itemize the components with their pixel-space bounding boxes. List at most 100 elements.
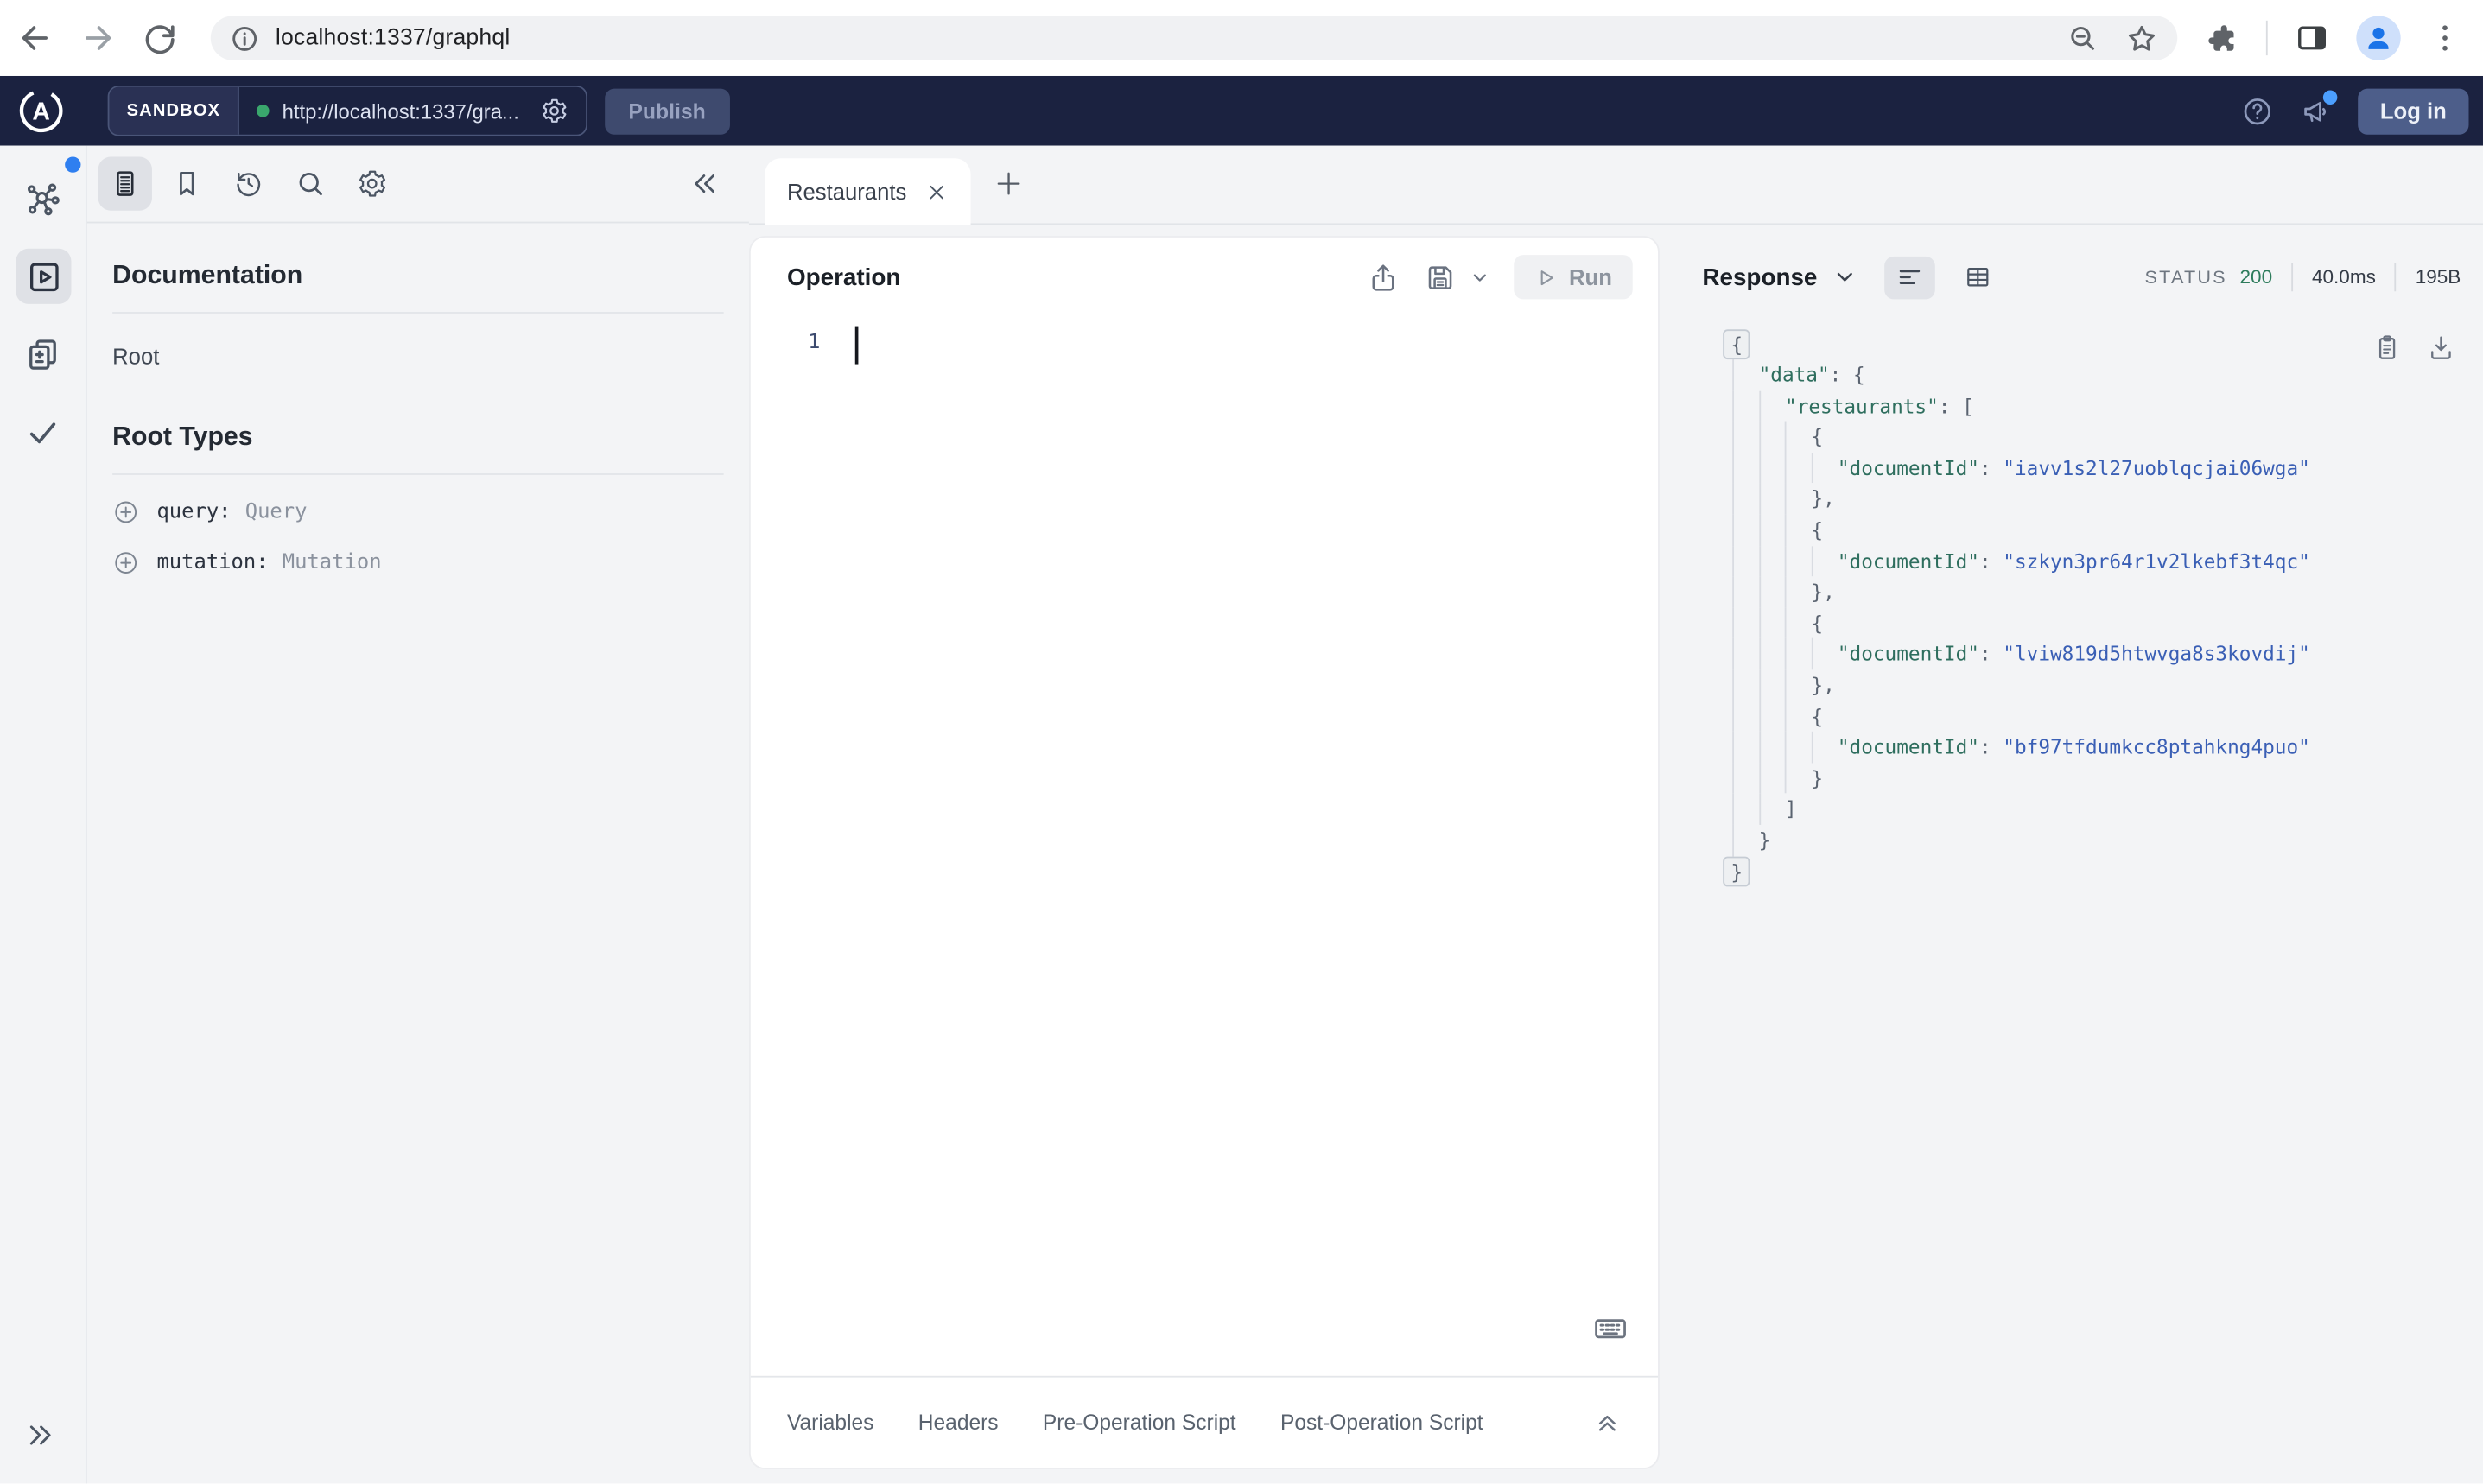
json-line: ]: [1718, 793, 2388, 825]
footer-tab-headers[interactable]: Headers: [918, 1411, 999, 1434]
footer-tab-post-operation-script[interactable]: Post-Operation Script: [1280, 1411, 1483, 1434]
announcements-button[interactable]: [2299, 89, 2338, 127]
meta-divider: [2291, 263, 2293, 292]
address-bar[interactable]: localhost:1337/graphql: [210, 16, 2178, 60]
status-label: STATUS: [2144, 265, 2227, 289]
forward-icon[interactable]: [79, 19, 117, 57]
json-line: {: [1718, 607, 2388, 639]
circle-plus-icon[interactable]: [112, 549, 139, 576]
field-type[interactable]: Query: [245, 500, 308, 523]
profile-avatar[interactable]: [2356, 16, 2401, 60]
search-icon: [295, 168, 327, 200]
fold-handle[interactable]: }: [1723, 855, 1751, 886]
footer-tab-variables[interactable]: Variables: [787, 1411, 874, 1434]
help-icon[interactable]: [2241, 94, 2274, 127]
expand-chevrons-right-icon[interactable]: [23, 1418, 56, 1451]
field-type[interactable]: Mutation: [283, 551, 382, 574]
response-size: 195B: [2415, 265, 2461, 289]
back-icon[interactable]: [16, 19, 54, 57]
query-editor[interactable]: [829, 317, 1642, 1278]
menu-dots-icon[interactable]: [2428, 21, 2462, 55]
status-code: 200: [2239, 265, 2273, 289]
response-duration: 40.0ms: [2311, 265, 2376, 289]
download-icon[interactable]: [2426, 333, 2456, 363]
publish-button[interactable]: Publish: [604, 87, 730, 134]
diff-docs-icon[interactable]: [23, 336, 61, 374]
field-name[interactable]: mutation:: [156, 551, 268, 574]
tab-label[interactable]: Restaurants: [787, 179, 906, 204]
operation-panel: Operation Run 1 Variables Headers Pre-Op…: [750, 237, 1659, 1468]
json-line: "documentId": "iavv1s2l27uoblqcjai06wga": [1718, 452, 2388, 484]
format-lines-toggle[interactable]: [1883, 256, 1935, 299]
side-panel-icon[interactable]: [2295, 21, 2329, 55]
share-icon[interactable]: [1366, 261, 1399, 294]
doc-tool-settings[interactable]: [346, 156, 399, 210]
doc-content: Documentation Root Root Types query: Que…: [87, 261, 749, 576]
zoom-out-icon[interactable]: [2067, 22, 2099, 54]
svg-text:A: A: [32, 98, 49, 126]
json-line: "documentId": "lviw819d5htwvga8s3kovdij": [1718, 638, 2388, 670]
footer-tab-pre-operation-script[interactable]: Pre-Operation Script: [1043, 1411, 1236, 1434]
fold-handle[interactable]: {: [1723, 329, 1751, 360]
run-label: Run: [1569, 264, 1612, 290]
notification-dot: [2322, 89, 2338, 105]
keyboard-icon[interactable]: [1591, 1310, 1629, 1348]
run-button[interactable]: Run: [1513, 255, 1633, 300]
doc-tool-history[interactable]: [222, 156, 276, 210]
app-root: localhost:1337/graphql A SANDBOX http://…: [0, 0, 2483, 1484]
response-json[interactable]: {"data": {"restaurants": [{"documentId":…: [1718, 329, 2388, 886]
table-view-toggle[interactable]: [1952, 256, 2003, 298]
history-icon: [232, 168, 264, 200]
response-panel: Response STATUS 200 40.0ms 195B {"data"…: [1658, 238, 2483, 1483]
chevron-down-icon[interactable]: [1832, 264, 1857, 289]
sandbox-badge: SANDBOX: [109, 86, 240, 135]
doc-title: Documentation: [112, 261, 303, 290]
operation-title: Operation: [786, 263, 901, 291]
url-text[interactable]: localhost:1337/graphql: [276, 25, 510, 50]
json-line: },: [1718, 576, 2388, 608]
endpoint-url[interactable]: http://localhost:1337/gra...: [283, 99, 519, 123]
meta-divider: [2394, 263, 2397, 292]
apollo-logo[interactable]: A: [17, 87, 65, 135]
response-title[interactable]: Response: [1702, 263, 1817, 290]
login-button[interactable]: Log in: [2358, 87, 2469, 134]
save-icon[interactable]: [1423, 261, 1456, 294]
endpoint-field[interactable]: http://localhost:1337/gra...: [239, 87, 586, 135]
rail-notification-dot: [65, 156, 81, 173]
collapse-chevrons-up-icon[interactable]: [1593, 1408, 1622, 1436]
json-line: "restaurants": [: [1718, 390, 2388, 422]
doc-root-link[interactable]: Root: [112, 344, 723, 369]
connection-status-dot: [257, 104, 270, 117]
doc-field-query[interactable]: query: Query: [112, 498, 723, 525]
play-icon: [1534, 265, 1558, 289]
divider: [112, 312, 724, 314]
table-view-icon: [1963, 263, 1991, 291]
close-icon[interactable]: [924, 180, 948, 203]
divider: [112, 473, 724, 475]
tab-restaurants[interactable]: Restaurants: [765, 158, 971, 225]
field-name[interactable]: query:: [156, 500, 231, 523]
endpoint-gear-icon[interactable]: [540, 97, 568, 125]
extensions-icon[interactable]: [2204, 21, 2239, 55]
chevron-down-icon[interactable]: [1470, 267, 1490, 288]
documentation-panel: Documentation Root Root Types query: Que…: [86, 145, 749, 1484]
graph-icon[interactable]: [23, 181, 61, 219]
endpoint-input-group: SANDBOX http://localhost:1337/gra...: [107, 85, 587, 136]
json-line: {: [1718, 514, 2388, 546]
json-line: {: [1718, 421, 2388, 453]
collapse-chevrons-left-icon[interactable]: [689, 168, 721, 200]
doc-tool-bookmarks[interactable]: [160, 156, 213, 210]
doc-field-mutation[interactable]: mutation: Mutation: [112, 549, 723, 576]
bookmark-icon: [171, 168, 203, 200]
checklist-icon[interactable]: [23, 413, 61, 451]
bookmark-star-icon[interactable]: [2125, 22, 2158, 54]
new-tab-plus-icon[interactable]: [991, 166, 1026, 200]
doc-tool-documentation[interactable]: [98, 156, 152, 211]
doc-tool-search[interactable]: [283, 156, 337, 210]
site-info-icon[interactable]: [230, 23, 260, 54]
reload-icon[interactable]: [141, 19, 179, 57]
toolbar-divider: [2265, 20, 2268, 56]
apollo-header-actions: Log in: [2241, 87, 2483, 134]
explorer-play-icon[interactable]: [25, 258, 63, 296]
circle-plus-icon[interactable]: [112, 498, 139, 525]
